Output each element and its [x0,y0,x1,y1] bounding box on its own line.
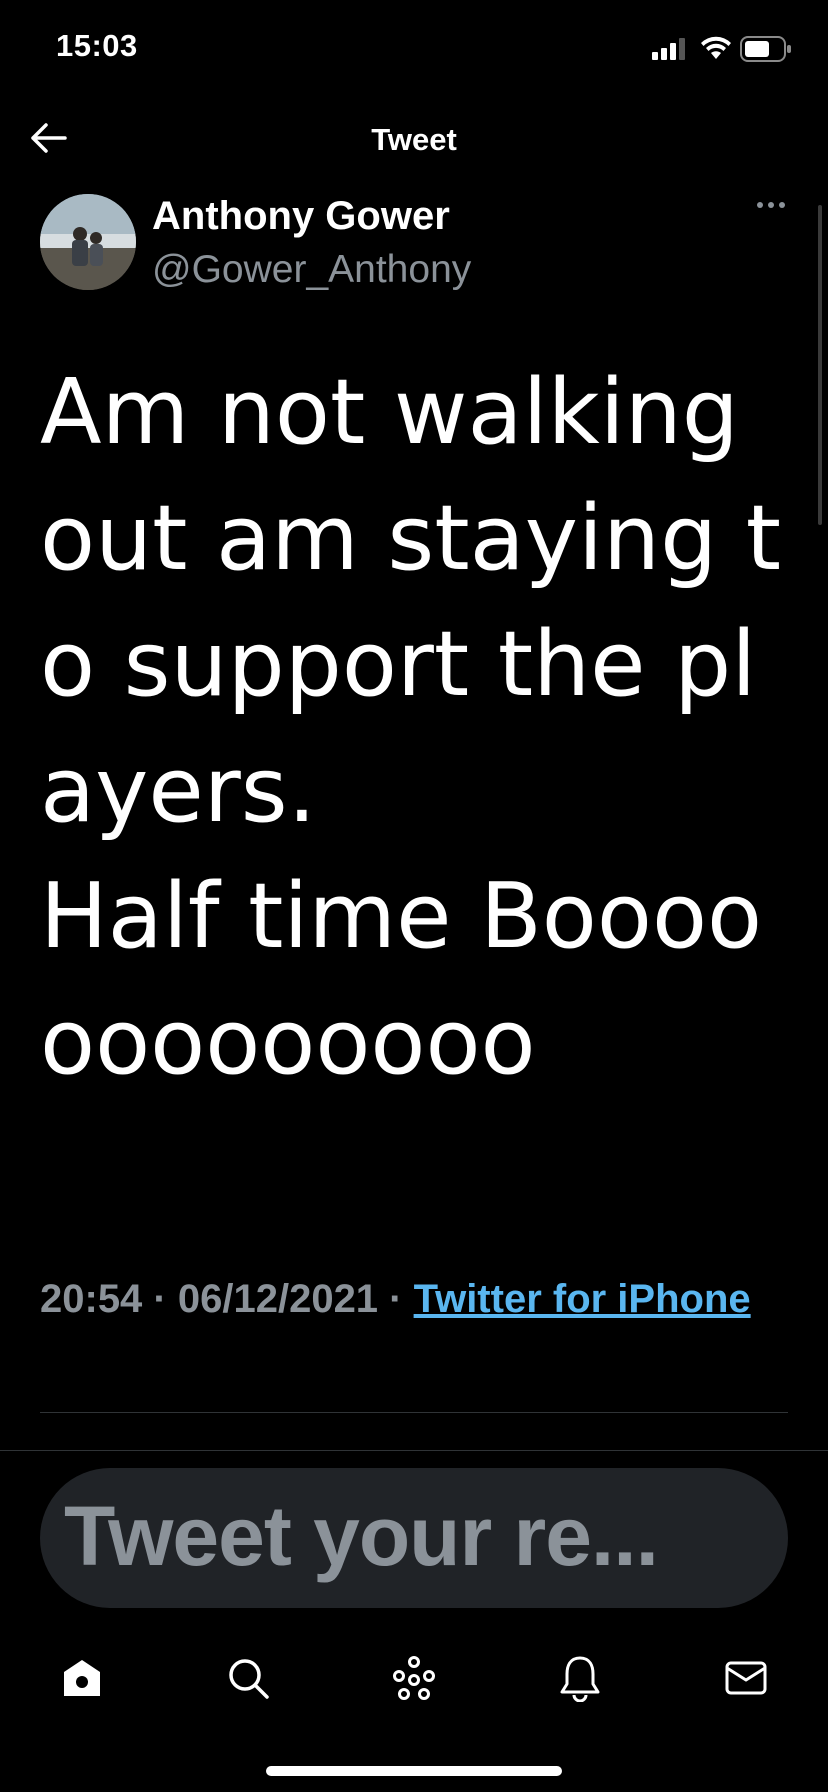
divider [40,1412,788,1413]
tab-home[interactable] [52,1648,112,1708]
page-title: Tweet [371,122,457,157]
author-name[interactable]: Anthony Gower [152,194,450,239]
home-indicator[interactable] [266,1766,562,1776]
search-icon [229,1659,269,1699]
tab-search[interactable] [218,1648,278,1708]
tweet-source-link[interactable]: Twitter for iPhone [414,1277,751,1321]
avatar[interactable] [40,194,136,290]
battery-icon [740,36,791,62]
tweet-date: 06/12/2021 [177,1277,379,1321]
notifications-icon [560,1656,600,1702]
scrollbar[interactable] [818,205,822,525]
reply-input[interactable]: Tweet your re... [40,1468,788,1608]
author-handle[interactable]: @Gower_Anthony [152,248,471,292]
wifi-icon [701,36,731,59]
home-icon [64,1660,100,1696]
tweet-time: 20:54 [40,1277,143,1321]
reply-placeholder: Tweet your re... [64,1489,659,1583]
cellular-signal-icon [652,38,685,60]
divider [0,1450,828,1451]
messages-icon [725,1661,767,1695]
tab-messages[interactable] [716,1648,776,1708]
tab-spaces[interactable] [384,1648,444,1708]
more-options-icon[interactable] [756,200,786,210]
status-time: 15:03 [56,28,138,63]
tab-notifications[interactable] [550,1648,610,1708]
spaces-icon [393,1656,435,1700]
tweet-text: Am not walking out am staying to support… [40,360,782,1095]
tweet-meta: 20:54 · 06/12/2021 · Twitter for iPhone [40,1277,751,1321]
